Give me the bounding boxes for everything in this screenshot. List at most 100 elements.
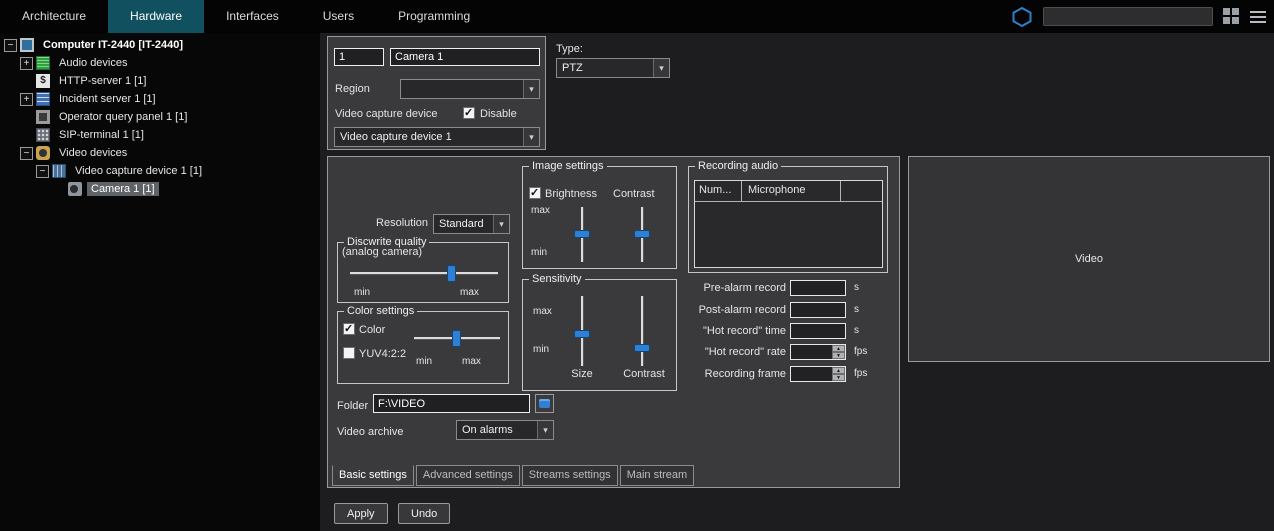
video-archive-value: On alarms xyxy=(457,424,537,436)
recording-frame-stepper xyxy=(832,367,845,381)
tree-item-label: HTTP-server 1 [1] xyxy=(55,74,150,88)
chevron-down-icon xyxy=(537,421,553,439)
collapse-icon[interactable] xyxy=(36,165,49,178)
tree-item-http-server[interactable]: HTTP-server 1 [1] xyxy=(0,72,320,90)
spin-up-icon[interactable] xyxy=(832,367,845,374)
pre-alarm-record-label: Pre-alarm record xyxy=(658,282,786,294)
brightness-slider-handle[interactable] xyxy=(574,230,590,238)
menu-programming[interactable]: Programming xyxy=(376,0,492,33)
menu-architecture[interactable]: Architecture xyxy=(0,0,108,33)
menu-users[interactable]: Users xyxy=(301,0,376,33)
contrast-slider xyxy=(634,207,650,262)
yuv-checkbox[interactable] xyxy=(343,347,355,359)
capture-device-value: Video capture device 1 xyxy=(335,131,523,143)
spin-down-icon[interactable] xyxy=(832,374,845,381)
type-select[interactable]: PTZ xyxy=(556,58,670,78)
size-label: Size xyxy=(562,368,602,380)
chevron-down-icon xyxy=(523,128,539,146)
spin-down-icon[interactable] xyxy=(832,352,845,359)
tree-item-audio-devices[interactable]: Audio devices xyxy=(0,54,320,72)
pre-alarm-record-field[interactable] xyxy=(790,280,846,296)
capture-device-label: Video capture device xyxy=(335,108,438,120)
type-label: Type: xyxy=(556,43,583,55)
device-tree: Computer IT-2440 [IT-2440] Audio devices… xyxy=(0,33,320,531)
yuv-label: YUV4:2:2 xyxy=(359,348,406,360)
color-slider-handle[interactable] xyxy=(452,330,461,347)
video-devices-icon xyxy=(36,146,50,160)
disable-checkbox[interactable] xyxy=(463,107,475,119)
tree-item-sip-terminal[interactable]: SIP-terminal 1 [1] xyxy=(0,126,320,144)
tree-item-label: Video devices xyxy=(55,146,131,160)
resolution-value: Standard xyxy=(434,218,493,230)
discwrite-quality-group: Discwrite quality (analog camera) min ma… xyxy=(337,242,509,303)
expand-icon[interactable] xyxy=(20,93,33,106)
menu-hardware[interactable]: Hardware xyxy=(108,0,204,33)
contrast-slider-handle[interactable] xyxy=(634,230,650,238)
tree-item-video-devices[interactable]: Video devices xyxy=(0,144,320,162)
tab-streams-settings[interactable]: Streams settings xyxy=(522,465,618,486)
expander-spacer xyxy=(20,129,33,142)
brightness-slider xyxy=(574,207,590,262)
capture-device-select[interactable]: Video capture device 1 xyxy=(334,127,540,147)
sensitivity-contrast-slider-handle[interactable] xyxy=(634,344,650,352)
collapse-icon[interactable] xyxy=(20,147,33,160)
column-num: Num... xyxy=(695,181,742,201)
region-select[interactable] xyxy=(400,79,540,99)
tree-item-computer[interactable]: Computer IT-2440 [IT-2440] xyxy=(0,36,320,54)
brightness-label: Brightness xyxy=(545,188,597,200)
tree-item-incident-server[interactable]: Incident server 1 [1] xyxy=(0,90,320,108)
sensitivity-group: Sensitivity max min Size Contrast xyxy=(522,279,677,391)
chevron-down-icon xyxy=(523,80,539,98)
tab-basic-settings[interactable]: Basic settings xyxy=(332,465,414,486)
tree-item-video-capture-device[interactable]: Video capture device 1 [1] xyxy=(0,162,320,180)
tree-item-label: Operator query panel 1 [1] xyxy=(55,110,191,124)
tree-item-label: Computer IT-2440 [IT-2440] xyxy=(39,38,187,52)
menu-interfaces[interactable]: Interfaces xyxy=(204,0,301,33)
folder-browse-button[interactable] xyxy=(535,394,554,413)
sip-terminal-icon xyxy=(36,128,50,142)
tree-item-camera-1[interactable]: Camera 1 [1] xyxy=(0,180,320,198)
layout-grid-icon[interactable] xyxy=(1223,8,1240,25)
hamburger-menu-icon[interactable] xyxy=(1250,11,1266,23)
folder-field[interactable] xyxy=(373,394,530,413)
hexagon-logo-icon xyxy=(1011,6,1033,28)
apply-button[interactable]: Apply xyxy=(334,503,388,524)
search-input[interactable] xyxy=(1043,7,1213,26)
post-alarm-record-field[interactable] xyxy=(790,302,846,318)
audio-table-header: Num... Microphone xyxy=(695,181,882,202)
camera-name-field[interactable] xyxy=(390,48,540,66)
brightness-checkbox[interactable] xyxy=(529,187,541,199)
expand-icon[interactable] xyxy=(20,57,33,70)
chevron-down-icon xyxy=(493,215,509,233)
tree-item-label: Incident server 1 [1] xyxy=(55,92,160,106)
min-label: min xyxy=(416,356,432,367)
post-alarm-record-row: Post-alarm record s xyxy=(658,302,890,318)
min-label: min xyxy=(531,247,547,258)
hot-record-time-unit: s xyxy=(854,325,859,336)
discwrite-slider-handle[interactable] xyxy=(447,265,456,282)
camera-id-field[interactable] xyxy=(334,48,384,66)
computer-icon xyxy=(20,38,34,52)
settings-tabstrip: Basic settings Advanced settings Streams… xyxy=(332,465,696,486)
undo-button[interactable]: Undo xyxy=(398,503,450,524)
collapse-icon[interactable] xyxy=(4,39,17,52)
image-settings-legend: Image settings xyxy=(529,160,607,172)
audio-table-body[interactable] xyxy=(695,202,882,267)
video-archive-select[interactable]: On alarms xyxy=(456,420,554,440)
spin-up-icon[interactable] xyxy=(832,345,845,352)
hot-record-time-field[interactable] xyxy=(790,323,846,339)
size-slider-handle[interactable] xyxy=(574,330,590,338)
min-label: min xyxy=(533,344,549,355)
tab-advanced-settings[interactable]: Advanced settings xyxy=(416,465,520,486)
camera-icon xyxy=(68,182,82,196)
hot-record-rate-row: "Hot record" rate fps xyxy=(658,344,890,360)
tab-main-stream[interactable]: Main stream xyxy=(620,465,695,486)
color-checkbox[interactable] xyxy=(343,323,355,335)
incident-server-icon xyxy=(36,92,50,106)
post-alarm-record-label: Post-alarm record xyxy=(658,304,786,316)
pre-alarm-record-unit: s xyxy=(854,282,859,293)
resolution-select[interactable]: Standard xyxy=(433,214,510,234)
max-label: max xyxy=(460,287,479,298)
tree-item-operator-query-panel[interactable]: Operator query panel 1 [1] xyxy=(0,108,320,126)
camera-form: Region Video capture device Disable Vide… xyxy=(327,36,546,150)
